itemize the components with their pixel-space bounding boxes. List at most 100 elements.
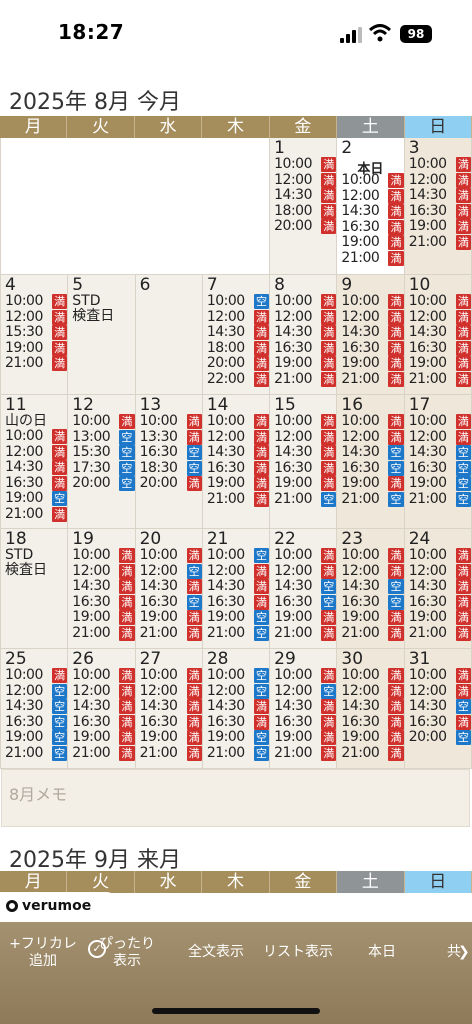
time-slot[interactable]: 19:00 満 [341,730,404,746]
day-cell-10[interactable]: 10 10:00 満 12:00 満 14:30 満 16:30 満 19:00 満 21:00 満 [404,275,472,395]
time-slot[interactable]: 16:30 満 [140,714,202,731]
time-slot[interactable]: 14:30 満 [140,579,202,595]
day-cell-30[interactable]: 30 10:00 満 12:00 満 14:30 満 16:30 満 19:00 満 21:00 満 [337,649,405,769]
day-cell-16[interactable]: 16 10:00 満 12:00 満 14:30 空 16:30 空 19:00 満 21:00 空 [337,395,405,529]
time-slot[interactable]: 20:00 満 [207,356,270,372]
time-slot[interactable]: 21:00 満 [274,745,337,762]
time-slot[interactable]: 14:30 満 [72,699,135,715]
day-cell-13[interactable]: 13 10:00 満 13:30 満 16:30 空 18:30 空 20:00 満 [135,395,203,529]
time-slot[interactable]: 10:00 満 [409,157,471,173]
time-slot[interactable]: 10:00 満 [409,294,471,310]
time-slot[interactable]: 10:00 満 [5,294,68,310]
time-slot[interactable]: 19:00 満 [409,610,471,626]
time-slot[interactable]: 17:30 空 [72,460,135,477]
time-slot[interactable]: 14:30 満 [341,699,404,715]
time-slot[interactable]: 12:00 満 [341,309,404,326]
time-slot[interactable]: 19:00 満 [72,610,135,626]
time-slot[interactable]: 14:30 満 [409,325,471,341]
time-slot[interactable]: 14:30 満 [207,579,270,595]
time-slot[interactable]: 16:30 空 [140,445,202,461]
time-slot[interactable]: 10:00 満 [274,548,337,564]
day-cell-19[interactable]: 19 10:00 満 12:00 満 14:30 満 16:30 満 19:00 満 21:00 満 [68,529,136,649]
day-cell-27[interactable]: 27 10:00 満 12:00 満 14:30 満 16:30 満 19:00 満 21:00 満 [135,649,203,769]
day-cell-18[interactable]: 18 STD 検査日 [1,529,69,649]
time-slot[interactable]: 21:00 空 [207,625,270,642]
time-slot[interactable]: 21:00 満 [5,356,68,372]
time-slot[interactable]: 12:00 満 [341,188,404,205]
time-slot[interactable]: 21:00 満 [409,234,471,251]
day-cell-12[interactable]: 12 10:00 満 13:00 空 15:30 空 17:30 空 20:00 空 [68,395,136,529]
time-slot[interactable]: 12:00 満 [409,172,471,189]
time-slot[interactable]: 20:00 空 [72,476,135,492]
time-slot[interactable]: 10:00 満 [72,414,135,430]
time-slot[interactable]: 12:00 満 [274,309,337,326]
time-slot[interactable]: 16:30 満 [341,714,404,731]
time-slot[interactable]: 14:30 満 [207,445,270,461]
month-memo-field[interactable]: 8月メモ [1,769,470,827]
day-cell-29[interactable]: 29 10:00 満 12:00 空 14:30 満 16:30 満 19:00 満 21:00 満 [270,649,338,769]
day-cell-22[interactable]: 22 10:00 満 12:00 満 14:30 空 16:30 空 19:00 満 21:00 満 [270,529,338,649]
time-slot[interactable]: 21:00 満 [409,625,471,642]
time-slot[interactable]: 21:00 空 [207,745,270,762]
time-slot[interactable]: 14:30 空 [409,699,471,715]
day-cell-23[interactable]: 23 10:00 満 12:00 満 14:30 空 16:30 空 19:00 満 21:00 満 [337,529,405,649]
time-slot[interactable]: 20:00 空 [409,730,471,746]
time-slot[interactable]: 16:30 満 [341,219,404,236]
time-slot[interactable]: 12:00 満 [5,444,68,461]
time-slot[interactable]: 10:00 満 [341,294,404,310]
time-slot[interactable]: 20:00 満 [274,219,337,235]
time-slot[interactable]: 20:00 満 [140,476,202,492]
time-slot[interactable]: 19:00 満 [341,476,404,492]
time-slot[interactable]: 19:00 満 [274,610,337,626]
time-slot[interactable]: 10:00 満 [274,414,337,430]
day-cell-24[interactable]: 24 10:00 満 12:00 満 14:30 満 16:30 満 19:00 満 21:00 満 [404,529,472,649]
time-slot[interactable]: 10:00 満 [140,548,202,564]
time-slot[interactable]: 10:00 満 [341,548,404,564]
time-slot[interactable]: 21:00 空 [5,745,68,762]
time-slot[interactable]: 10:00 満 [274,157,337,173]
time-slot[interactable]: 12:00 満 [274,429,337,446]
day-cell-5[interactable]: 5 STD 検査日 [68,275,136,395]
time-slot[interactable]: 21:00 満 [341,745,404,762]
day-cell-26[interactable]: 26 10:00 満 12:00 満 14:30 満 16:30 満 19:00 満 21:00 満 [68,649,136,769]
time-slot[interactable]: 10:00 空 [207,668,270,684]
time-slot[interactable]: 12:00 満 [409,309,471,326]
time-slot[interactable]: 19:00 満 [274,476,337,492]
time-slot[interactable]: 21:00 満 [274,371,337,388]
day-cell-31[interactable]: 31 10:00 満 12:00 満 14:30 空 16:30 満 20:00 空 [404,649,472,769]
time-slot[interactable]: 10:00 満 [140,414,202,430]
day-cell-7[interactable]: 7 10:00 空 12:00 満 14:30 満 18:00 満 20:00 満 22:00 満 [202,275,271,395]
time-slot[interactable]: 22:00 満 [207,371,270,388]
time-slot[interactable]: 21:00 満 [341,371,404,388]
day-cell-11[interactable]: 11 山の日 10:00 満 12:00 満 14:30 満 16:30 満 19:00 空 21:00… [1,395,69,529]
time-slot[interactable]: 10:00 満 [5,429,68,445]
time-slot[interactable]: 10:00 満 [341,668,404,684]
time-slot[interactable]: 14:30 満 [274,445,337,461]
time-slot[interactable]: 16:30 満 [409,594,471,611]
day-cell-15[interactable]: 15 10:00 満 12:00 満 14:30 満 16:30 満 19:00 満 21:00 空 [270,395,338,529]
time-slot[interactable]: 14:30 空 [274,579,337,595]
day-cell-14[interactable]: 14 10:00 満 12:00 満 14:30 満 16:30 満 19:00 満 21:00 満 [202,395,271,529]
time-slot[interactable]: 12:00 満 [409,429,471,446]
time-slot[interactable]: 16:30 空 [274,594,337,611]
time-slot[interactable]: 19:00 満 [72,730,135,746]
time-slot[interactable]: 14:30 満 [274,188,337,204]
time-slot[interactable]: 19:00 満 [5,340,68,357]
time-slot[interactable]: 19:00 満 [207,476,270,492]
time-slot[interactable]: 14:30 満 [5,460,68,476]
day-cell-2[interactable]: 2 本日 10:00 満 12:00 満 14:30 満 16:30 満 19:00 満 21:00 満 [337,138,405,275]
time-slot[interactable]: 21:00 満 [5,506,68,523]
time-slot[interactable]: 19:00 空 [207,610,270,626]
time-slot[interactable]: 10:00 満 [409,414,471,430]
time-slot[interactable]: 14:30 満 [409,579,471,595]
time-slot[interactable]: 12:00 満 [72,563,135,580]
time-slot[interactable]: 21:00 満 [140,745,202,762]
time-slot[interactable]: 14:30 空 [5,699,68,715]
time-slot[interactable]: 19:00 空 [5,491,68,507]
time-slot[interactable]: 10:00 空 [207,548,270,564]
time-slot[interactable]: 19:00 満 [274,730,337,746]
time-slot[interactable]: 13:00 空 [72,429,135,446]
time-slot[interactable]: 16:30 満 [274,340,337,357]
time-slot[interactable]: 12:00 満 [409,563,471,580]
time-slot[interactable]: 19:00 空 [5,730,68,746]
